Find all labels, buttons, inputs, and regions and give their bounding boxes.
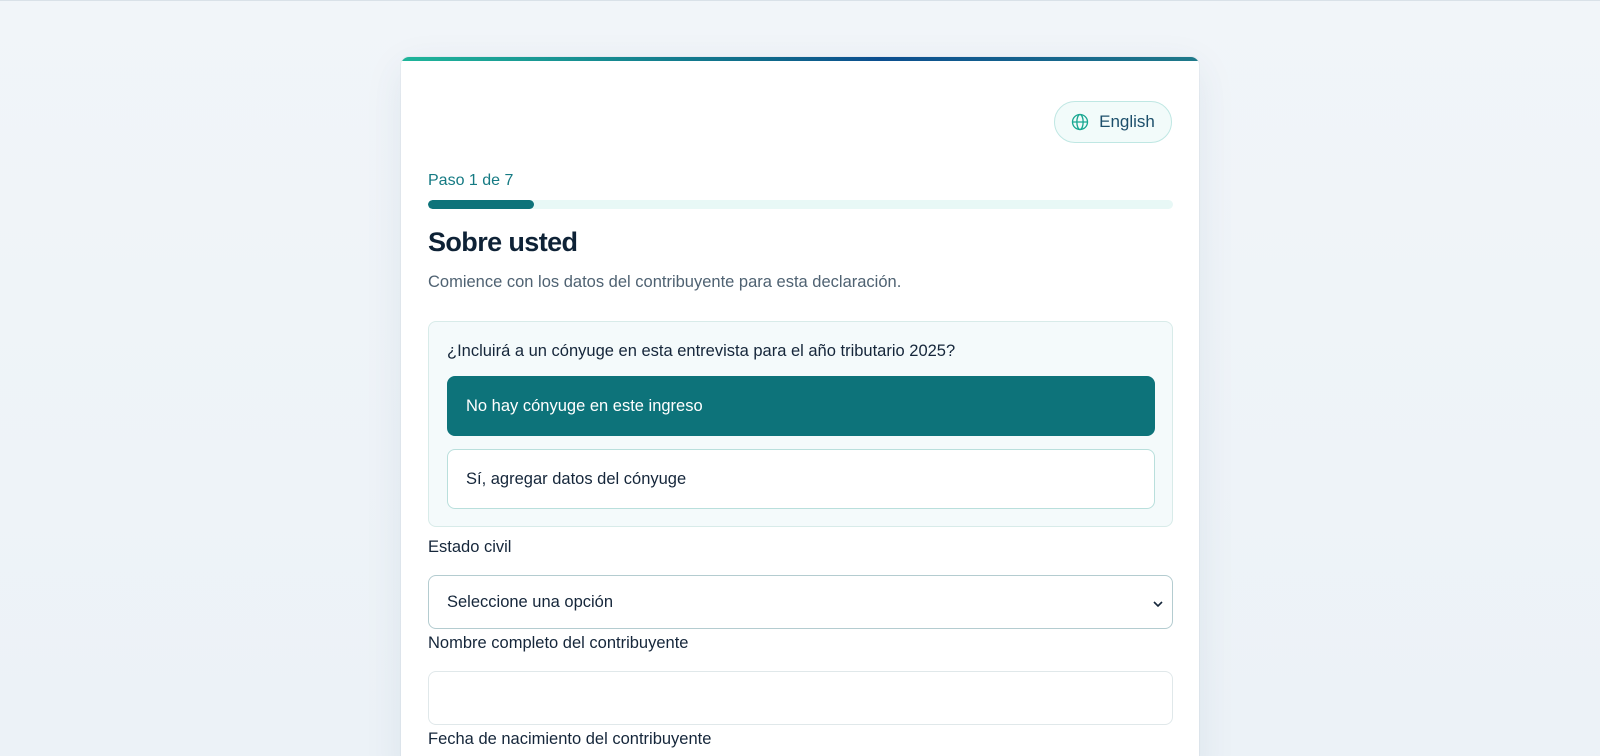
marital-status-select[interactable]: Seleccione una opción [428, 575, 1173, 629]
full-name-label: Nombre completo del contribuyente [428, 634, 689, 652]
step-indicator: Paso 1 de 7 [428, 172, 514, 189]
page-title: Sobre usted [428, 227, 578, 257]
language-toggle-button[interactable]: English [1054, 101, 1172, 143]
spouse-question-label: ¿Incluirá a un cónyuge en esta entrevist… [447, 342, 956, 360]
marital-status-label: Estado civil [428, 538, 512, 556]
marital-status-value: Seleccione una opción [447, 592, 614, 611]
page-subtitle: Comience con los datos del contribuyente… [428, 273, 902, 291]
page-background: English Paso 1 de 7 Sobre usted Comience… [0, 0, 1600, 756]
add-spouse-option-label: Sí, agregar datos del cónyuge [466, 469, 687, 488]
no-spouse-option[interactable]: No hay cónyuge en este ingreso [447, 376, 1155, 436]
full-name-input[interactable] [428, 671, 1173, 725]
card-accent-bar [401, 57, 1199, 61]
birth-date-label: Fecha de nacimiento del contribuyente [428, 730, 712, 748]
language-toggle-label: English [1099, 112, 1155, 131]
interview-card: English Paso 1 de 7 Sobre usted Comience… [401, 57, 1199, 756]
globe-icon [1071, 113, 1089, 131]
progress-bar [428, 200, 1173, 209]
chevron-down-icon [1152, 596, 1164, 615]
add-spouse-option[interactable]: Sí, agregar datos del cónyuge [447, 449, 1155, 509]
progress-bar-fill [428, 200, 535, 209]
no-spouse-option-label: No hay cónyuge en este ingreso [466, 396, 703, 415]
spouse-question-group: ¿Incluirá a un cónyuge en esta entrevist… [428, 321, 1173, 527]
